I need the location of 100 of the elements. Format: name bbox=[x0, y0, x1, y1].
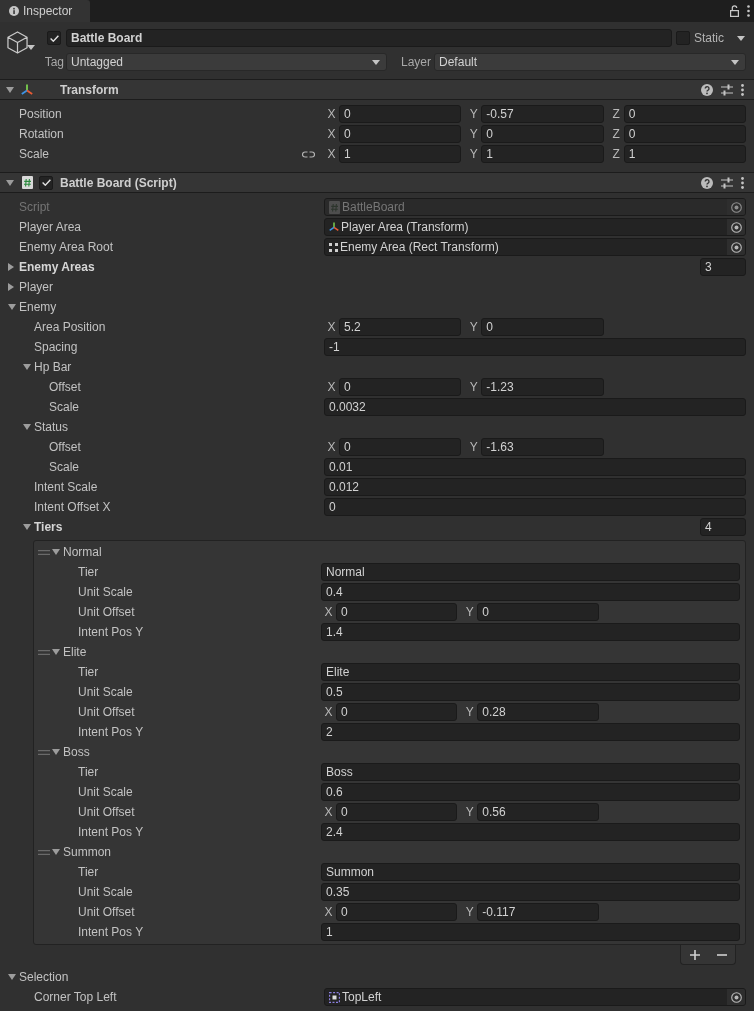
array-size-field[interactable]: 4 bbox=[700, 518, 746, 536]
number-field[interactable]: 0.6 bbox=[321, 783, 740, 801]
triangle-right-icon[interactable] bbox=[8, 263, 14, 271]
element-label[interactable]: Normal bbox=[63, 545, 102, 559]
active-checkbox[interactable] bbox=[47, 31, 61, 45]
number-field[interactable]: 0.35 bbox=[321, 883, 740, 901]
number-field[interactable]: 5.2 bbox=[339, 318, 462, 336]
triangle-down-icon[interactable] bbox=[23, 424, 31, 430]
text-field[interactable]: Normal bbox=[321, 563, 740, 581]
number-field[interactable]: 0.0032 bbox=[324, 398, 746, 416]
unlinked-chain-icon[interactable] bbox=[302, 148, 315, 160]
number-field[interactable]: 0 bbox=[339, 105, 462, 123]
element-label[interactable]: Summon bbox=[63, 845, 112, 859]
number-field[interactable]: 1.4 bbox=[321, 623, 740, 641]
number-field[interactable]: 1 bbox=[321, 923, 740, 941]
number-field[interactable]: 0 bbox=[339, 378, 462, 396]
component-header[interactable]: Transform bbox=[0, 80, 754, 100]
drag-handle-icon[interactable] bbox=[38, 649, 50, 655]
more-options-icon[interactable] bbox=[747, 5, 750, 17]
foldout-label[interactable]: Status bbox=[34, 420, 69, 434]
property-label: Intent Pos Y bbox=[78, 825, 144, 839]
drag-handle-icon[interactable] bbox=[38, 749, 50, 755]
foldout-label[interactable]: Hp Bar bbox=[34, 360, 72, 374]
more-options-icon[interactable] bbox=[741, 83, 744, 96]
number-field[interactable]: -1.23 bbox=[481, 378, 604, 396]
triangle-down-icon[interactable] bbox=[6, 179, 14, 186]
number-field[interactable]: 0 bbox=[336, 803, 458, 821]
object-field[interactable]: Enemy Area (Rect Transform) bbox=[324, 238, 746, 256]
help-icon[interactable] bbox=[701, 176, 713, 189]
triangle-down-icon[interactable] bbox=[52, 849, 60, 855]
number-field[interactable]: 2 bbox=[321, 723, 740, 741]
number-field[interactable]: 0 bbox=[481, 318, 604, 336]
name-field[interactable]: Battle Board bbox=[66, 29, 672, 47]
sliders-icon[interactable] bbox=[721, 176, 733, 189]
help-icon[interactable] bbox=[701, 83, 713, 96]
number-field[interactable]: 1 bbox=[481, 145, 604, 163]
foldout-label[interactable]: Enemy bbox=[19, 300, 57, 314]
component-header[interactable]: Battle Board (Script) bbox=[0, 173, 754, 193]
number-field[interactable]: 0 bbox=[336, 903, 458, 921]
number-field[interactable]: 0.4 bbox=[321, 583, 740, 601]
number-field[interactable]: -0.117 bbox=[477, 903, 599, 921]
property-label: Intent Offset X bbox=[34, 500, 111, 514]
triangle-down-icon[interactable] bbox=[8, 304, 16, 310]
number-field[interactable]: 0 bbox=[339, 125, 462, 143]
object-picker-button[interactable] bbox=[727, 219, 745, 235]
number-field[interactable]: 0 bbox=[339, 438, 462, 456]
object-picker-button[interactable] bbox=[727, 989, 745, 1005]
property-label: Unit Scale bbox=[78, 685, 133, 699]
property-label: Spacing bbox=[34, 340, 78, 354]
number-field[interactable]: 0 bbox=[324, 498, 746, 516]
axis-label: X bbox=[323, 905, 334, 919]
drag-handle-icon[interactable] bbox=[38, 549, 50, 555]
target-icon bbox=[730, 991, 742, 1003]
more-options-icon[interactable] bbox=[741, 176, 744, 189]
number-field[interactable]: 0.28 bbox=[477, 703, 599, 721]
number-field[interactable]: -1 bbox=[324, 338, 746, 356]
number-field[interactable]: 0 bbox=[623, 105, 746, 123]
number-field[interactable]: 1 bbox=[623, 145, 746, 163]
text-field[interactable]: Summon bbox=[321, 863, 740, 881]
tag-dropdown[interactable]: Untagged bbox=[66, 53, 387, 71]
enabled-checkbox[interactable] bbox=[39, 175, 53, 190]
number-field[interactable]: 0 bbox=[481, 125, 604, 143]
number-field[interactable]: 0 bbox=[336, 603, 458, 621]
sliders-icon[interactable] bbox=[721, 83, 733, 96]
number-field[interactable]: 0.012 bbox=[324, 478, 746, 496]
element-label[interactable]: Elite bbox=[63, 645, 87, 659]
array-size-field[interactable]: 3 bbox=[700, 258, 746, 276]
object-field[interactable]: TopLeft bbox=[324, 988, 746, 1006]
number-field[interactable]: 2.4 bbox=[321, 823, 740, 841]
foldout-label[interactable]: Enemy Areas bbox=[19, 260, 95, 274]
number-field[interactable]: 0.56 bbox=[477, 803, 599, 821]
number-field[interactable]: 0.5 bbox=[321, 683, 740, 701]
triangle-down-icon[interactable] bbox=[23, 364, 31, 370]
foldout-label[interactable]: Tiers bbox=[34, 520, 63, 534]
drag-handle-icon[interactable] bbox=[38, 849, 50, 855]
triangle-down-icon[interactable] bbox=[52, 549, 60, 555]
text-field[interactable]: Boss bbox=[321, 763, 740, 781]
triangle-down-icon[interactable] bbox=[52, 649, 60, 655]
triangle-down-icon[interactable] bbox=[8, 974, 16, 980]
lock-icon[interactable] bbox=[730, 5, 739, 17]
foldout-label[interactable]: Selection bbox=[19, 970, 69, 984]
panel-tab[interactable]: Inspector bbox=[0, 0, 90, 22]
layer-dropdown[interactable]: Default bbox=[434, 53, 746, 71]
number-field[interactable]: 0.01 bbox=[324, 458, 746, 476]
number-field[interactable]: -1.63 bbox=[481, 438, 604, 456]
cube-icon[interactable] bbox=[7, 31, 28, 54]
text-field[interactable]: Elite bbox=[321, 663, 740, 681]
foldout-label[interactable]: Player bbox=[19, 280, 53, 294]
triangle-down-icon[interactable] bbox=[6, 86, 14, 93]
number-field[interactable]: 1 bbox=[339, 145, 462, 163]
number-field[interactable]: -0.57 bbox=[481, 105, 604, 123]
element-label[interactable]: Boss bbox=[63, 745, 90, 759]
number-field[interactable]: 0 bbox=[477, 603, 599, 621]
number-field[interactable]: 0 bbox=[336, 703, 458, 721]
number-field[interactable]: 0 bbox=[623, 125, 746, 143]
triangle-right-icon[interactable] bbox=[8, 283, 14, 291]
object-field[interactable]: Player Area (Transform) bbox=[324, 218, 746, 236]
triangle-down-icon[interactable] bbox=[23, 524, 31, 530]
triangle-down-icon[interactable] bbox=[52, 749, 60, 755]
object-picker-button[interactable] bbox=[727, 239, 745, 255]
